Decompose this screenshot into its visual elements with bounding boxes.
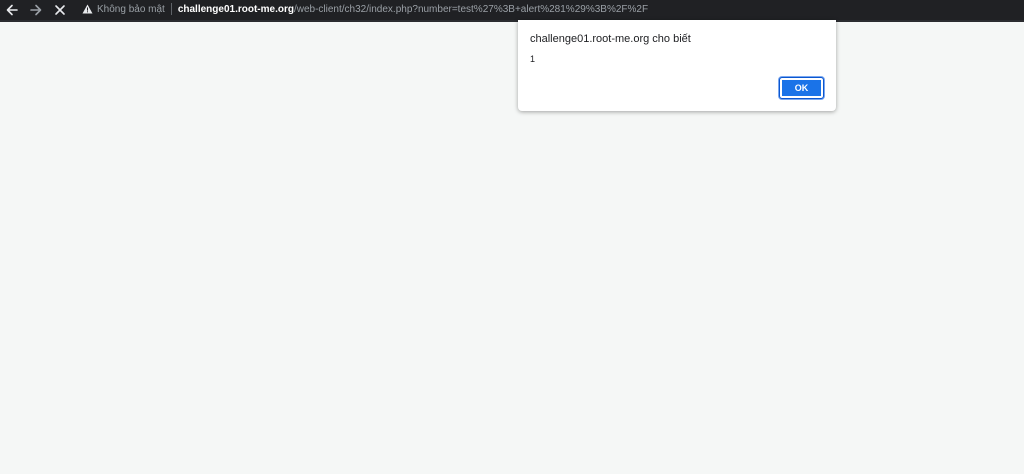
close-icon xyxy=(53,3,67,17)
url-path: /web-client/ch32/index.php?number=test%2… xyxy=(293,3,649,15)
address-bar[interactable]: Không bảo mật challenge01.root-me.org /w… xyxy=(72,0,1012,18)
stop-button[interactable] xyxy=(48,0,72,20)
ok-button[interactable]: OK xyxy=(779,77,824,99)
warning-triangle-icon[interactable] xyxy=(80,2,94,16)
dialog-title: challenge01.root-me.org cho biết xyxy=(530,33,691,45)
back-arrow-icon xyxy=(5,3,19,17)
forward-arrow-icon xyxy=(29,3,43,17)
page-content xyxy=(0,22,1024,474)
security-status-label[interactable]: Không bảo mật xyxy=(97,4,165,15)
browser-toolbar: Không bảo mật challenge01.root-me.org /w… xyxy=(0,0,1024,20)
forward-button[interactable] xyxy=(24,0,48,20)
alert-dialog: challenge01.root-me.org cho biết 1 OK xyxy=(518,20,836,111)
dialog-message: 1 xyxy=(530,54,536,64)
back-button[interactable] xyxy=(0,0,24,20)
url-host: challenge01.root-me.org xyxy=(177,3,294,15)
omnibox-divider xyxy=(170,3,172,15)
